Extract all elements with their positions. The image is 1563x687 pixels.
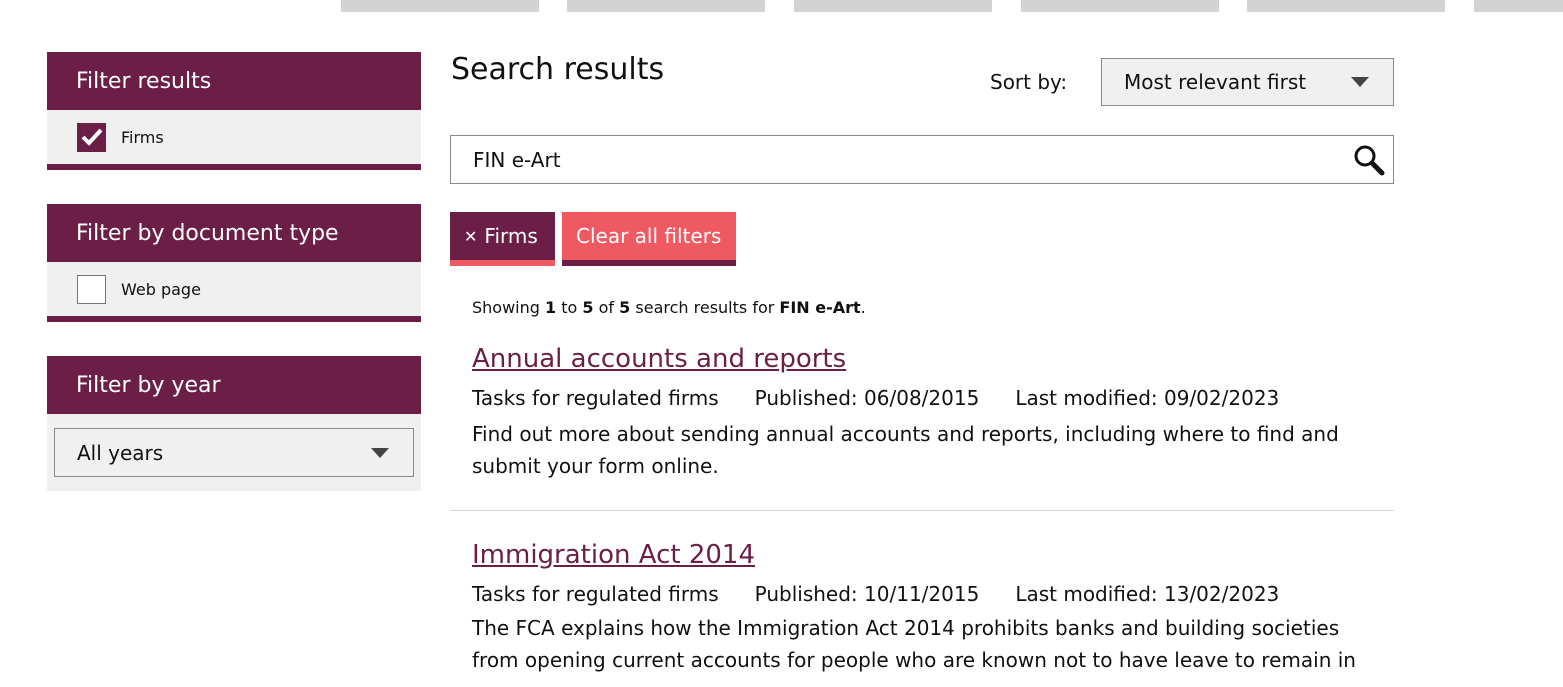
summary-to: 5 (582, 298, 594, 317)
result-published: Published: 06/08/2015 (754, 386, 980, 410)
result-meta: Tasks for regulated firms Published: 06/… (472, 386, 1372, 410)
result-published: Published: 10/11/2015 (754, 582, 980, 606)
result-category: Tasks for regulated firms (472, 386, 719, 410)
summary-to-word: to (561, 298, 578, 317)
chevron-down-icon (1351, 77, 1369, 87)
nav-tab[interactable] (1474, 0, 1563, 12)
result-title-link[interactable]: Annual accounts and reports (472, 344, 846, 374)
remove-firms-filter-button[interactable]: ✕ Firms (450, 212, 555, 266)
year-select[interactable]: All years (54, 428, 414, 477)
top-nav (0, 0, 1563, 12)
result-modified: Last modified: 13/02/2023 (1015, 582, 1280, 606)
chevron-down-icon (371, 448, 389, 458)
summary-total: 5 (619, 298, 631, 317)
filter-option-firms[interactable]: Firms (47, 110, 421, 164)
firms-chip-label: Firms (484, 224, 538, 248)
sort-select-value: Most relevant first (1124, 70, 1307, 94)
filter-doc-type-header: Filter by document type (47, 204, 421, 262)
filter-results-panel: Filter results Firms (47, 52, 421, 170)
search-box (450, 135, 1394, 184)
result-meta: Tasks for regulated firms Published: 10/… (472, 582, 1372, 606)
result-divider (450, 510, 1394, 511)
nav-tab[interactable] (567, 0, 765, 12)
summary-from: 1 (545, 298, 557, 317)
sort-label: Sort by: (990, 70, 1068, 94)
nav-tab[interactable] (794, 0, 992, 12)
web-page-label: Web page (121, 279, 201, 299)
sort-select[interactable]: Most relevant first (1101, 58, 1394, 106)
clear-all-filters-button[interactable]: Clear all filters (562, 212, 736, 266)
nav-tab[interactable] (341, 0, 539, 12)
close-icon: ✕ (464, 226, 478, 246)
search-button[interactable] (1345, 136, 1393, 183)
results-summary: Showing 1 to 5 of 5 search results for F… (472, 298, 866, 317)
check-icon (81, 128, 102, 146)
search-icon (1354, 145, 1385, 175)
summary-suffix: search results for (635, 298, 775, 317)
result-description: The FCA explains how the Immigration Act… (472, 616, 1356, 672)
result-item: Annual accounts and reports Tasks for re… (472, 344, 1372, 482)
result-category: Tasks for regulated firms (472, 582, 719, 606)
summary-query: FIN e-Art (779, 298, 861, 317)
filter-doc-type-body: Web page (47, 262, 421, 316)
filter-option-web-page[interactable]: Web page (47, 262, 421, 316)
summary-end: . (860, 298, 866, 317)
result-item: Immigration Act 2014 Tasks for regulated… (472, 540, 1372, 676)
firms-label: Firms (121, 127, 164, 147)
year-select-value: All years (77, 440, 164, 465)
search-input[interactable] (451, 136, 1341, 183)
nav-tab[interactable] (1021, 0, 1219, 12)
web-page-checkbox[interactable] (77, 274, 106, 304)
filter-results-body: Firms (47, 110, 421, 164)
result-description: Find out more about sending annual accou… (472, 422, 1339, 478)
summary-of-word: of (598, 298, 615, 317)
panel-divider (47, 316, 421, 322)
panel-divider (47, 164, 421, 170)
summary-prefix: Showing (472, 298, 540, 317)
filter-year-header: Filter by year (47, 356, 421, 414)
filter-year-panel: Filter by year All years (47, 356, 421, 491)
result-title-link[interactable]: Immigration Act 2014 (472, 540, 755, 570)
page-title: Search results (451, 52, 665, 87)
nav-tab[interactable] (1247, 0, 1445, 12)
clear-filters-label: Clear all filters (576, 224, 722, 248)
filter-doc-type-panel: Filter by document type Web page (47, 204, 421, 322)
result-modified: Last modified: 09/02/2023 (1015, 386, 1280, 410)
firms-checkbox[interactable] (77, 122, 106, 152)
filter-results-header: Filter results (47, 52, 421, 110)
filter-year-body: All years (47, 414, 421, 491)
